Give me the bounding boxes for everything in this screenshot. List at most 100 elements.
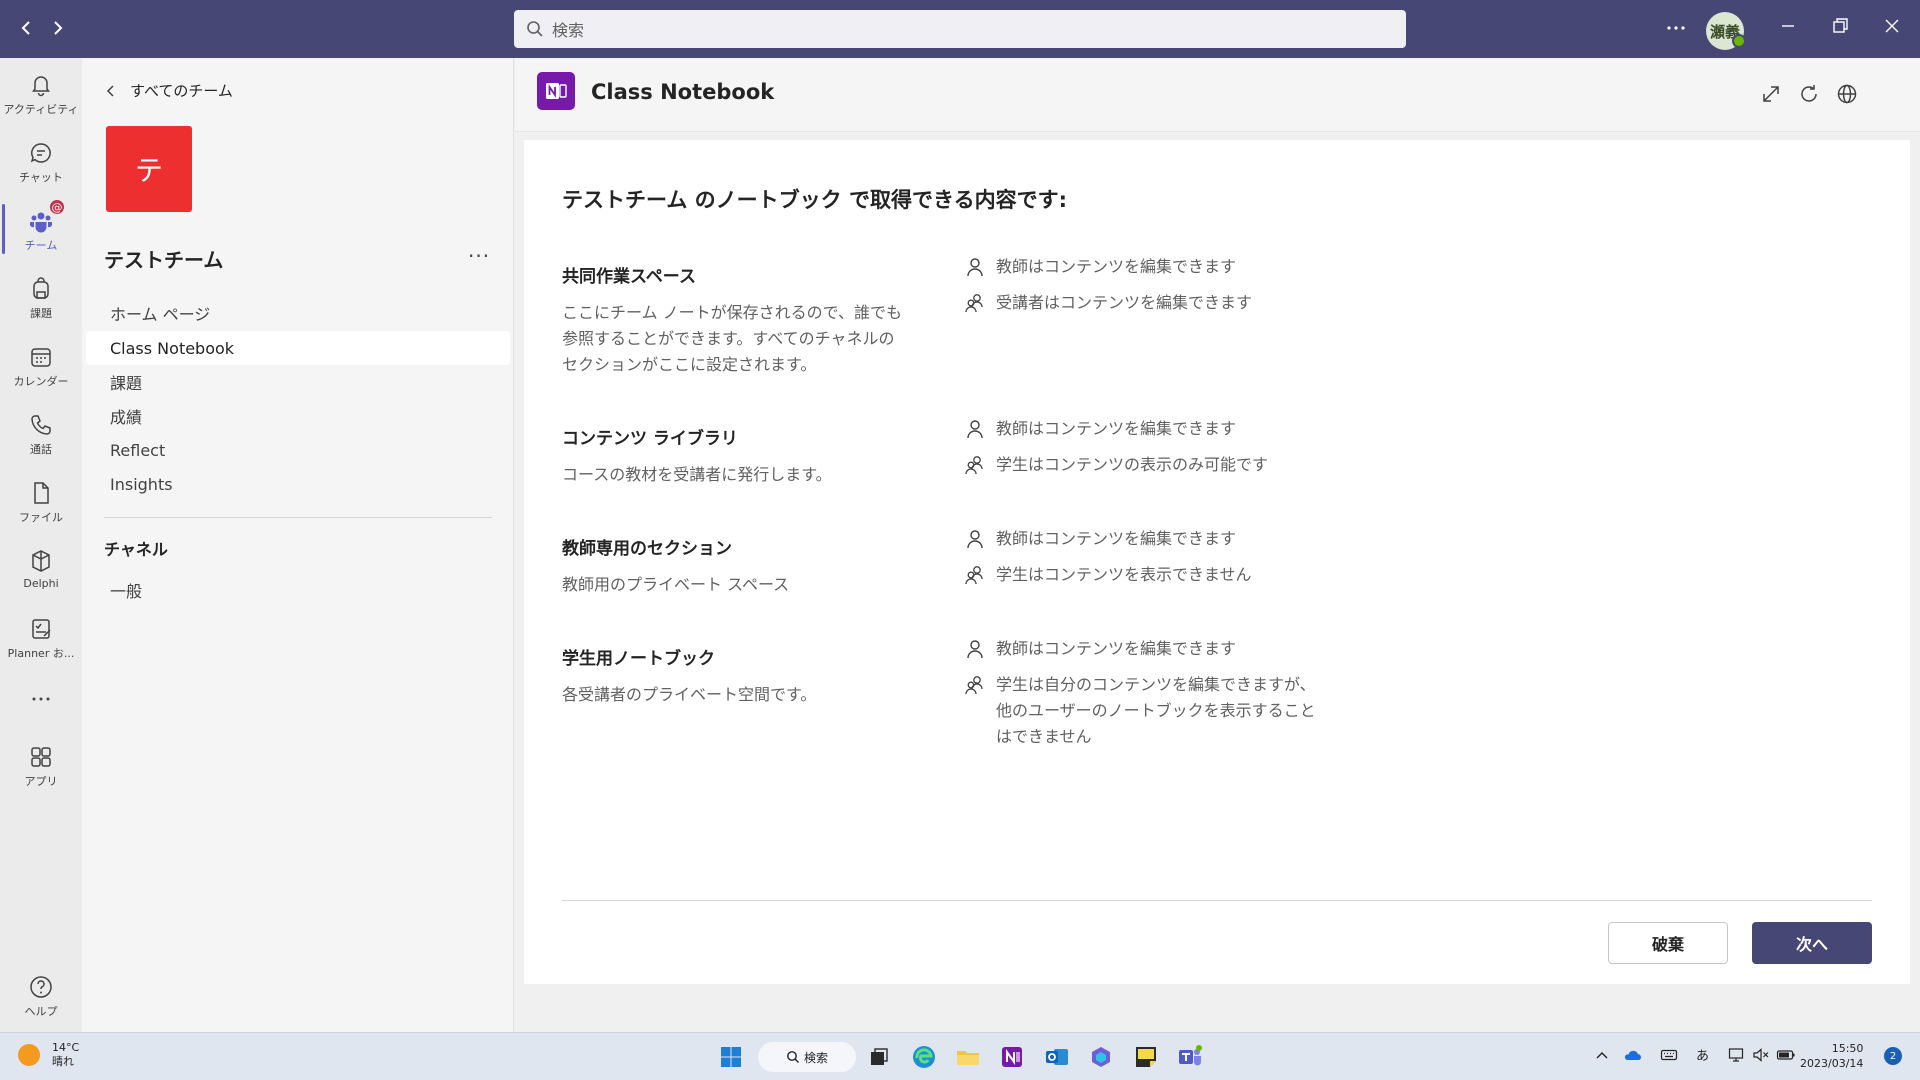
search-icon [786, 1050, 800, 1064]
permission-text: 教師はコンテンツを編集できます [996, 257, 1237, 276]
clock-date: 2023/03/14 [1800, 1057, 1864, 1070]
page-title: Class Notebook [591, 80, 775, 104]
permission-item: 受講者はコンテンツを編集できます [964, 290, 1326, 316]
permission-text: 学生はコンテンツを表示できません [996, 565, 1252, 584]
permission-item: 学生はコンテンツの表示のみ可能です [964, 452, 1326, 478]
rail-item-teams[interactable]: チーム [0, 200, 82, 262]
outlook-icon[interactable] [1042, 1042, 1072, 1072]
rail-label: 課題 [30, 307, 52, 320]
people-icon [964, 564, 986, 586]
rail-label: ヘルプ [24, 1005, 58, 1018]
team-avatar: テ [106, 126, 192, 212]
network-icon[interactable] [1728, 1047, 1746, 1063]
taskbar-search-button[interactable]: 検索 [758, 1042, 856, 1072]
section-title: コンテンツ ライブラリ [562, 429, 738, 449]
rail-item-apps[interactable]: アプリ [0, 736, 82, 798]
rail-label: Planner お... [7, 647, 75, 660]
chat-icon [28, 140, 54, 166]
keyboard-icon[interactable] [1660, 1047, 1678, 1063]
planner-icon [28, 616, 54, 642]
speaker-muted-icon[interactable] [1752, 1047, 1770, 1063]
weather-widget[interactable]: 14°C 晴れ [18, 1041, 79, 1069]
rail-label: チーム [24, 239, 58, 252]
edge-browser-icon[interactable] [909, 1042, 939, 1072]
rail-item-more[interactable] [0, 678, 82, 718]
rail-label: 通話 [30, 443, 52, 456]
sticky-notes-icon[interactable] [1131, 1042, 1161, 1072]
section-description: 各受講者のプライベート空間です。 [562, 685, 817, 704]
task-view-icon[interactable] [864, 1042, 894, 1072]
discard-button[interactable]: 破棄 [1608, 922, 1728, 964]
team-more-options-button[interactable]: ··· [468, 244, 490, 268]
forward-arrow-icon[interactable] [44, 14, 72, 42]
ime-indicator[interactable]: あ [1696, 1045, 1709, 1064]
notification-badge[interactable]: 2 [1884, 1047, 1902, 1065]
teams-taskbar-icon[interactable] [1175, 1042, 1205, 1072]
rail-item-calendar[interactable]: カレンダー [0, 336, 82, 398]
system-clock[interactable]: 15:50 2023/03/14 [1800, 1041, 1863, 1071]
team-pane: すべてのチーム テ テストチーム ··· ホーム ページ Class Noteb… [82, 58, 514, 1032]
chevron-up-icon[interactable] [1594, 1047, 1610, 1063]
nav-item-grades[interactable]: 成績 [86, 399, 510, 433]
search-input[interactable]: 検索 [514, 10, 1406, 48]
nav-item-reflect[interactable]: Reflect [86, 433, 510, 467]
rail-item-help[interactable]: ヘルプ [0, 966, 82, 1028]
rail-label: アクティビティ [3, 103, 79, 116]
person-icon [964, 418, 986, 440]
app-header: Class Notebook [515, 58, 1920, 132]
bell-icon [28, 72, 54, 98]
onedrive-icon[interactable] [1624, 1047, 1642, 1063]
rail-item-files[interactable]: ファイル [0, 472, 82, 534]
windows-start-icon[interactable] [716, 1042, 746, 1072]
battery-icon[interactable] [1776, 1047, 1796, 1063]
backpack-icon [28, 276, 54, 302]
notebook-info-card: テストチーム のノートブック で取得できる内容です: 共同作業スペース ここにチ… [524, 140, 1910, 984]
copilot-icon[interactable] [1086, 1042, 1116, 1072]
content-title: テストチーム のノートブック で取得できる内容です: [562, 188, 1067, 212]
restore-icon[interactable] [1828, 14, 1852, 38]
permission-text: 学生は自分のコンテンツを編集できますが、他のユーザーのノートブックを表示すること… [996, 675, 1316, 746]
rail-item-delphi[interactable]: Delphi [0, 540, 82, 602]
people-icon [964, 454, 986, 476]
section-title: 教師専用のセクション [562, 539, 732, 559]
permission-item: 教師はコンテンツを編集できます [964, 636, 1326, 662]
file-explorer-icon[interactable] [953, 1042, 983, 1072]
more-options-icon[interactable] [1664, 16, 1688, 40]
minimize-icon[interactable] [1776, 14, 1800, 38]
refresh-icon[interactable] [1797, 82, 1821, 106]
person-icon [964, 256, 986, 278]
back-to-all-teams-label: すべてのチーム [130, 82, 233, 100]
back-arrow-icon[interactable] [12, 14, 40, 42]
rail-item-chat[interactable]: チャット [0, 132, 82, 194]
onenote-taskbar-icon[interactable] [997, 1042, 1027, 1072]
globe-icon[interactable] [1835, 82, 1859, 106]
phone-icon [28, 412, 54, 438]
weather-condition: 晴れ [52, 1055, 74, 1068]
rail-item-assignments[interactable]: 課題 [0, 268, 82, 330]
weather-temperature: 14°C [52, 1041, 80, 1054]
close-icon[interactable] [1880, 14, 1904, 38]
windows-taskbar: 14°C 晴れ 検索 あ 15:50 2023/03/14 2 [0, 1032, 1920, 1080]
channel-item-general[interactable]: 一般 [110, 578, 142, 602]
back-to-all-teams-link[interactable]: すべてのチーム [104, 80, 233, 101]
rail-item-calls[interactable]: 通話 [0, 404, 82, 466]
pop-out-icon[interactable] [1759, 82, 1783, 106]
rail-label: チャット [19, 171, 63, 184]
nav-item-class-notebook[interactable]: Class Notebook [86, 331, 510, 365]
clock-time: 15:50 [1831, 1042, 1864, 1055]
section-description: ここにチーム ノートが保存されるので、誰でも参照することができます。すべてのチャ… [562, 303, 902, 374]
nav-item-home-page[interactable]: ホーム ページ [86, 296, 510, 330]
nav-item-insights[interactable]: Insights [86, 467, 510, 501]
section-description: 教師用のプライベート スペース [562, 575, 790, 594]
person-icon [964, 638, 986, 660]
calendar-icon [28, 344, 54, 370]
delphi-icon [28, 548, 54, 574]
rail-item-planner[interactable]: Planner お... [0, 608, 82, 670]
permission-item: 教師はコンテンツを編集できます [964, 526, 1326, 552]
next-button[interactable]: 次へ [1752, 922, 1872, 964]
help-icon [28, 974, 54, 1000]
rail-item-activity[interactable]: アクティビティ [0, 64, 82, 126]
permission-text: 受講者はコンテンツを編集できます [996, 293, 1253, 312]
nav-item-assignments[interactable]: 課題 [86, 365, 510, 399]
divider [104, 517, 492, 518]
